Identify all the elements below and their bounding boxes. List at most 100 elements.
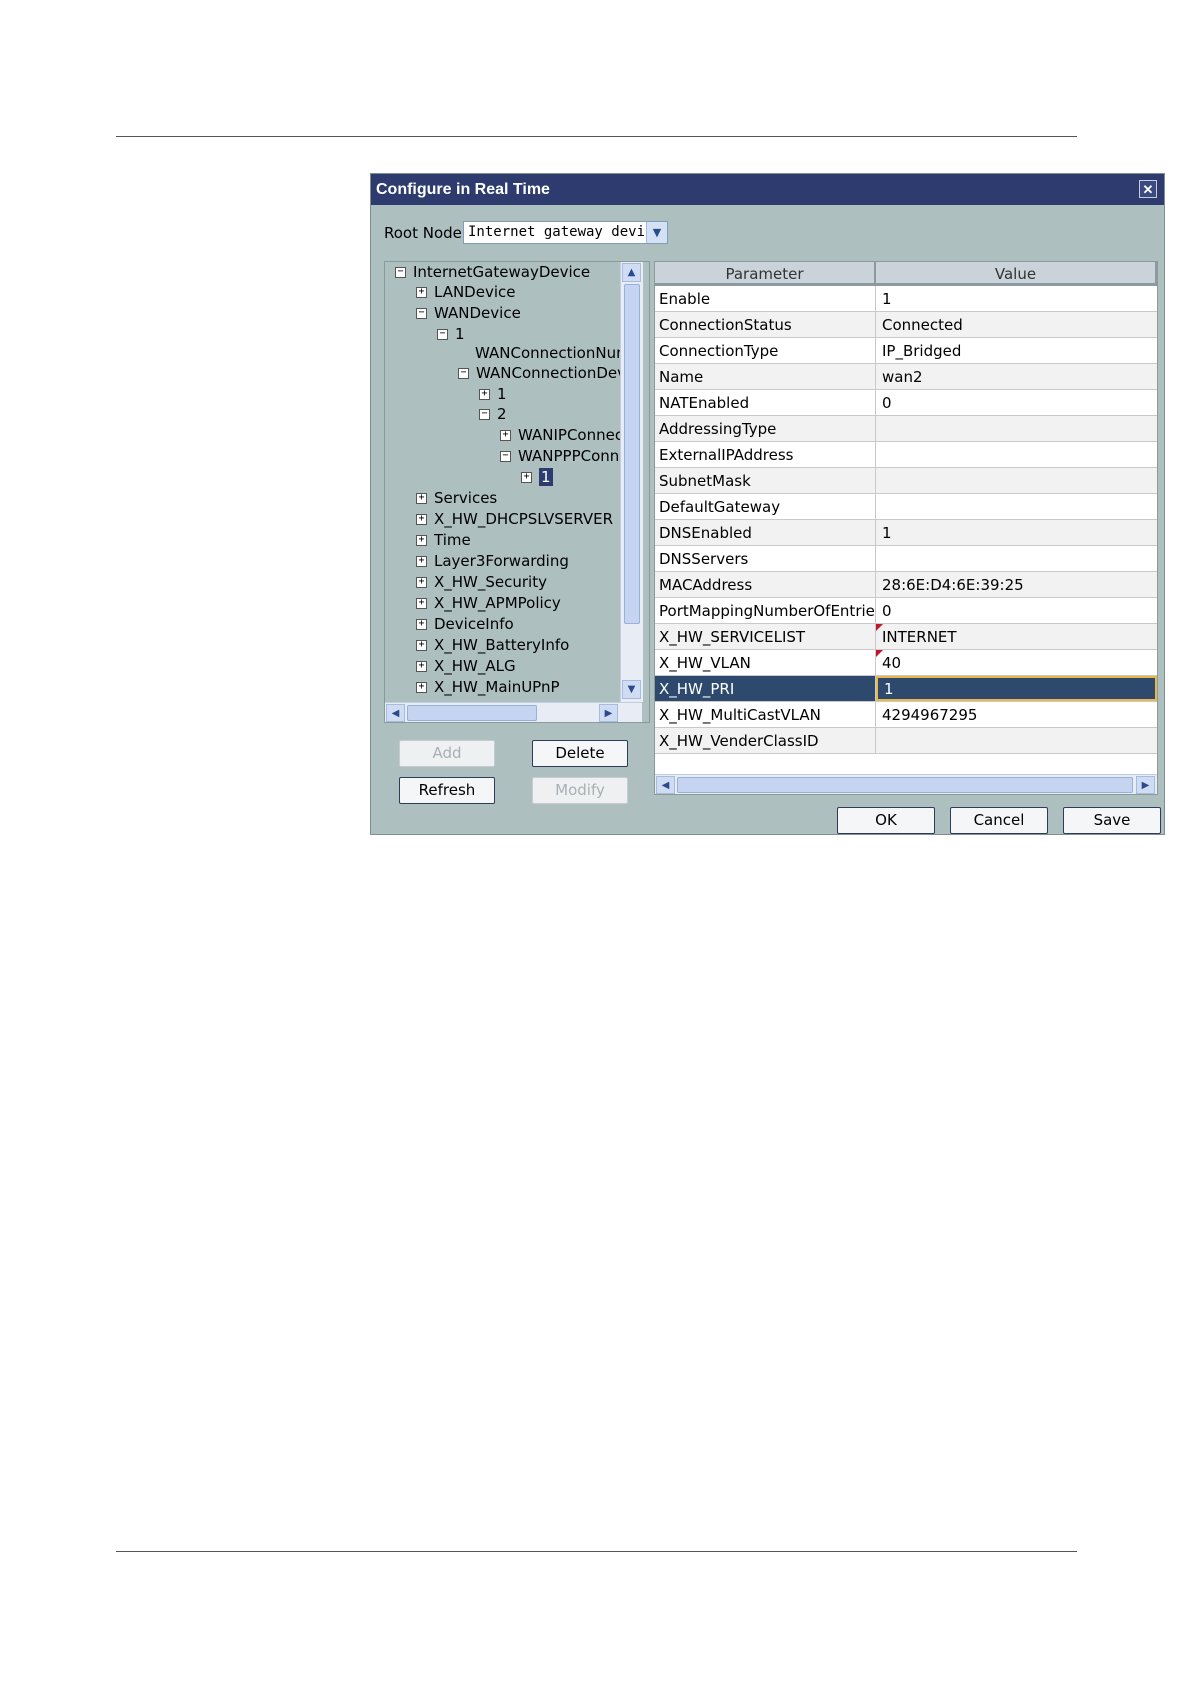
table-row[interactable]: SubnetMask	[655, 468, 1157, 494]
save-button[interactable]: Save	[1063, 807, 1161, 834]
param-value[interactable]	[876, 442, 1157, 467]
param-value[interactable]: 4294967295	[876, 702, 1157, 727]
refresh-button[interactable]: Refresh	[399, 777, 495, 804]
param-value[interactable]	[876, 416, 1157, 441]
modify-button[interactable]: Modify	[532, 777, 628, 804]
expand-icon[interactable]: +	[416, 514, 427, 525]
collapse-icon[interactable]: −	[458, 368, 469, 379]
table-row[interactable]: MACAddress 28:6E:D4:6E:39:25	[655, 572, 1157, 598]
tree-node-wandevice-1[interactable]: −1	[437, 324, 465, 344]
collapse-icon[interactable]: −	[416, 308, 427, 319]
table-horizontal-scrollbar[interactable]: ◀ ▶	[655, 774, 1157, 794]
table-row[interactable]: DefaultGateway	[655, 494, 1157, 520]
table-row[interactable]: PortMappingNumberOfEntries 0	[655, 598, 1157, 624]
param-value-editor[interactable]: 1	[876, 676, 1157, 701]
expand-icon[interactable]: +	[416, 493, 427, 504]
tree-node-internetgatewaydevice[interactable]: − InternetGatewayDevice	[395, 262, 590, 282]
tree-node-wanppp-1[interactable]: +1	[521, 467, 553, 487]
table-row[interactable]: Enable 1	[655, 286, 1157, 312]
tree-node-wanpppconnection[interactable]: −WANPPPConnection	[500, 446, 621, 466]
tree-node-alg[interactable]: + X_HW_ALG	[416, 656, 516, 676]
tree-node-wanipconnection[interactable]: + WANIPConnection	[500, 425, 621, 445]
add-button[interactable]: Add	[399, 740, 495, 767]
expand-icon[interactable]: +	[416, 661, 427, 672]
expand-icon[interactable]: +	[416, 598, 427, 609]
scroll-left-icon[interactable]: ◀	[656, 776, 675, 794]
tree-node-services[interactable]: + Services	[416, 488, 497, 508]
param-value[interactable]: wan2	[876, 364, 1157, 389]
expand-icon[interactable]: +	[521, 472, 532, 483]
scroll-thumb[interactable]	[677, 777, 1133, 793]
table-row[interactable]: X_HW_VenderClassID	[655, 728, 1157, 754]
collapse-icon[interactable]: −	[500, 451, 511, 462]
expand-icon[interactable]: +	[416, 287, 427, 298]
scroll-thumb[interactable]	[407, 705, 537, 721]
close-icon[interactable]: ✕	[1139, 180, 1157, 198]
cancel-button[interactable]: Cancel	[950, 807, 1048, 834]
tree-node-mainupnp[interactable]: + X_HW_MainUPnP	[416, 677, 560, 697]
table-row[interactable]: ConnectionType IP_Bridged	[655, 338, 1157, 364]
scroll-thumb[interactable]	[624, 284, 640, 624]
table-row[interactable]: ExternalIPAddress	[655, 442, 1157, 468]
expand-icon[interactable]: +	[416, 619, 427, 630]
scroll-down-icon[interactable]: ▼	[622, 680, 641, 699]
tree-node-time[interactable]: + Time	[416, 530, 471, 550]
tree-node-layer3forwarding[interactable]: + Layer3Forwarding	[416, 551, 569, 571]
table-row[interactable]: DNSServers	[655, 546, 1157, 572]
table-row-selected[interactable]: X_HW_PRI 1	[655, 676, 1157, 702]
tree-node-security[interactable]: + X_HW_Security	[416, 572, 547, 592]
tree-node-apmpolicy[interactable]: + X_HW_APMPolicy	[416, 593, 561, 613]
tree-node-deviceinfo[interactable]: + DeviceInfo	[416, 614, 514, 634]
expand-icon[interactable]: +	[479, 389, 490, 400]
table-row[interactable]: ConnectionStatus Connected	[655, 312, 1157, 338]
tree-node-dhcpslvserver[interactable]: + X_HW_DHCPSLVSERVER	[416, 509, 613, 529]
table-row[interactable]: AddressingType	[655, 416, 1157, 442]
collapse-icon[interactable]: −	[479, 409, 490, 420]
tree-node-landevice[interactable]: + LANDevice	[416, 282, 515, 302]
table-row[interactable]: Name wan2	[655, 364, 1157, 390]
expand-icon[interactable]: +	[416, 640, 427, 651]
chevron-down-icon[interactable]: ▼	[646, 222, 667, 243]
tree-node-wcd-2[interactable]: −2	[479, 404, 507, 424]
param-value[interactable]: 28:6E:D4:6E:39:25	[876, 572, 1157, 597]
tree-vertical-scrollbar[interactable]: ▲ ▼	[620, 262, 643, 702]
table-row[interactable]: NATEnabled 0	[655, 390, 1157, 416]
tree-node-batteryinfo[interactable]: + X_HW_BatteryInfo	[416, 635, 569, 655]
table-row[interactable]: DNSEnabled 1	[655, 520, 1157, 546]
table-row[interactable]: X_HW_SERVICELIST INTERNET	[655, 624, 1157, 650]
tree-node-wcd-1[interactable]: +1	[479, 384, 507, 404]
param-value[interactable]	[876, 728, 1157, 753]
scroll-right-icon[interactable]: ▶	[599, 704, 618, 722]
delete-button[interactable]: Delete	[532, 740, 628, 767]
expand-icon[interactable]: +	[500, 430, 511, 441]
expand-icon[interactable]: +	[416, 556, 427, 567]
scroll-left-icon[interactable]: ◀	[386, 704, 405, 722]
table-row[interactable]: X_HW_MultiCastVLAN 4294967295	[655, 702, 1157, 728]
table-row[interactable]: X_HW_VLAN 40	[655, 650, 1157, 676]
param-value[interactable]	[876, 546, 1157, 571]
collapse-icon[interactable]: −	[395, 267, 406, 278]
param-value[interactable]	[876, 468, 1157, 493]
expand-icon[interactable]: +	[416, 682, 427, 693]
param-value[interactable]: IP_Bridged	[876, 338, 1157, 363]
param-value[interactable]: 40	[876, 650, 1157, 675]
column-header-value[interactable]: Value	[876, 262, 1157, 286]
tree-horizontal-scrollbar[interactable]: ◀ ▶	[385, 702, 642, 722]
ok-button[interactable]: OK	[837, 807, 935, 834]
param-value[interactable]: 0	[876, 390, 1157, 415]
scroll-right-icon[interactable]: ▶	[1136, 776, 1155, 794]
tree-node-wanconnectiondevice[interactable]: −WANConnectionDevice	[458, 363, 621, 383]
param-value[interactable]: Connected	[876, 312, 1157, 337]
param-value[interactable]: INTERNET	[876, 624, 1157, 649]
param-value[interactable]: 0	[876, 598, 1157, 623]
column-header-parameter[interactable]: Parameter	[655, 262, 876, 286]
param-value[interactable]: 1	[876, 520, 1157, 545]
expand-icon[interactable]: +	[416, 535, 427, 546]
scroll-up-icon[interactable]: ▲	[622, 263, 641, 282]
collapse-icon[interactable]: −	[437, 329, 448, 340]
tree-node-wandevice[interactable]: − WANDevice	[416, 303, 521, 323]
root-node-select[interactable]: Internet gateway device ▼	[463, 221, 668, 244]
param-value[interactable]: 1	[876, 286, 1157, 311]
param-value[interactable]	[876, 494, 1157, 519]
tree-node-wanconnectionnumberofentries[interactable]: WANConnectionNumberOfEntries	[475, 343, 621, 363]
